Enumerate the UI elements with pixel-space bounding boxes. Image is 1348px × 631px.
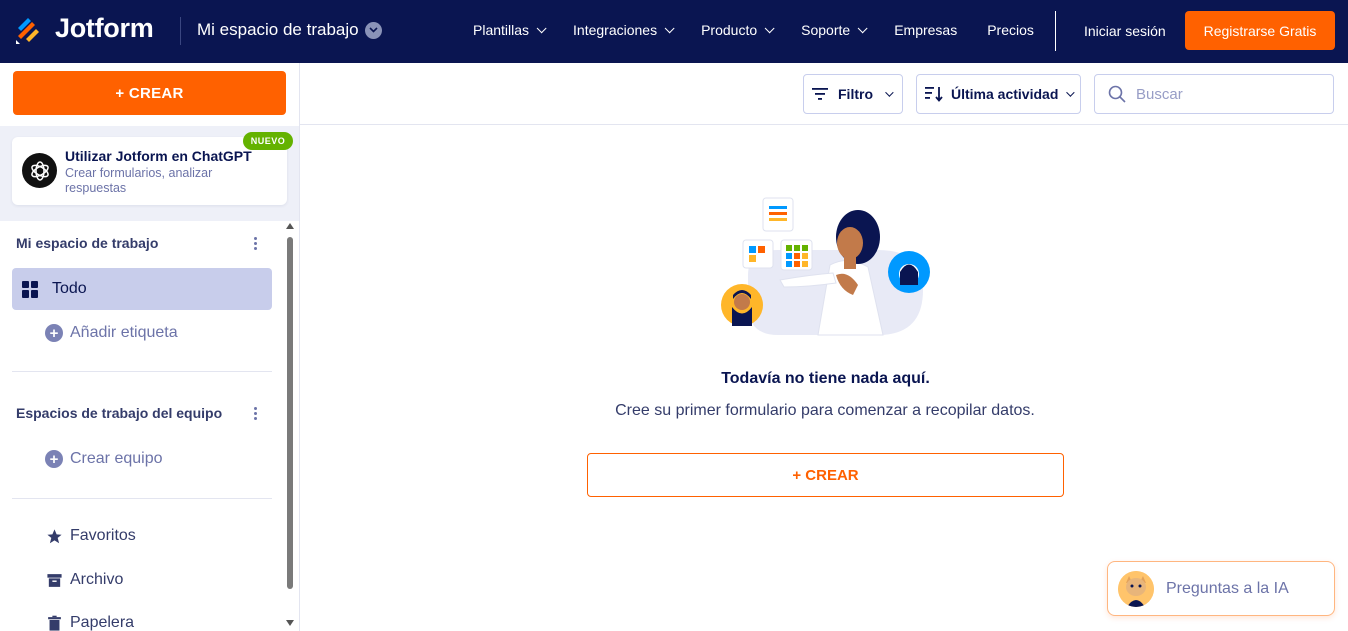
sort-label: Última actividad (951, 86, 1059, 102)
empty-state-subtitle: Cree su primer formulario para comenzar … (615, 402, 1035, 419)
filter-icon (812, 87, 828, 101)
nav-precios[interactable]: Precios (987, 22, 1034, 38)
ai-agent-avatar-icon (1118, 570, 1154, 607)
create-team-button[interactable]: + Crear equipo (45, 450, 163, 468)
nav-label: Integraciones (573, 22, 658, 38)
new-badge: NUEVO (243, 132, 293, 150)
nav-label: Soporte (801, 22, 851, 38)
grid-icon (22, 280, 39, 298)
nav-plantillas[interactable]: Plantillas (473, 22, 547, 38)
add-tag-label: Añadir etiqueta (70, 324, 178, 341)
scroll-down-icon[interactable] (286, 620, 294, 626)
openai-icon (22, 153, 57, 188)
scroll-thumb[interactable] (287, 237, 293, 589)
plus-circle-icon: + (45, 324, 63, 342)
create-button[interactable]: + CREAR (13, 71, 286, 115)
nav-integraciones[interactable]: Integraciones (573, 22, 675, 38)
jotform-logo-icon (14, 14, 42, 44)
archive-icon (45, 571, 63, 589)
my-workspace-heading: Mi espacio de trabajo (16, 235, 159, 251)
filter-button[interactable]: Filtro (803, 74, 903, 114)
chevron-down-icon (857, 22, 868, 33)
nav-label: Plantillas (473, 22, 530, 38)
chevron-down-icon (1066, 88, 1076, 97)
workspace-label: Mi espacio de trabajo (197, 20, 359, 39)
star-icon (45, 527, 63, 545)
nav-producto[interactable]: Producto (701, 22, 775, 38)
chevron-down-icon (885, 88, 894, 97)
register-button[interactable]: Registrarse Gratis (1185, 11, 1335, 50)
sidebar-item-label: Archivo (70, 571, 124, 588)
sidebar-item-label: Papelera (70, 614, 135, 631)
search-input[interactable] (1136, 85, 1316, 103)
chatgpt-title: Utilizar Jotform en ChatGPT (65, 148, 252, 164)
search-icon (1108, 85, 1126, 103)
ask-ai-label: Preguntas a la IA (1166, 579, 1289, 597)
create-team-label: Crear equipo (70, 450, 163, 467)
nav-label: Producto (701, 22, 758, 38)
search-box[interactable] (1094, 74, 1334, 114)
team-workspaces-heading: Espacios de trabajo del equipo (16, 405, 223, 421)
sidebar-item-all[interactable]: Todo (12, 268, 272, 310)
sidebar-item-label: Todo (52, 280, 87, 297)
workspace-switcher[interactable]: Mi espacio de trabajo (197, 20, 382, 40)
chevron-down-icon (764, 22, 775, 33)
chevron-down-icon (536, 22, 547, 33)
sidebar-scrollbar[interactable] (286, 220, 295, 631)
toolbar-divider (300, 124, 1348, 125)
sidebar-divider (12, 371, 272, 372)
nav-label: Precios (987, 22, 1034, 38)
team-more-icon[interactable] (254, 407, 258, 420)
sidebar-item-trash[interactable]: Papelera (45, 614, 134, 631)
brand-name: Jotform (55, 13, 154, 43)
nav-soporte[interactable]: Soporte (801, 22, 868, 38)
brand-logo[interactable]: Jotform (14, 13, 154, 44)
nav-divider (180, 17, 181, 45)
empty-state-title: Todavía no tiene nada aquí. (721, 370, 930, 387)
create-form-button[interactable]: + CREAR (587, 453, 1064, 497)
main-nav: Plantillas Integraciones Producto Soport… (473, 22, 1064, 38)
chevron-down-icon (364, 21, 382, 39)
trash-icon (45, 614, 63, 631)
sidebar-item-archive[interactable]: Archivo (45, 571, 123, 589)
empty-state-illustration (718, 195, 933, 340)
filter-label: Filtro (838, 86, 873, 102)
chatgpt-subtitle: Crear formularios, analizar respuestas (65, 166, 213, 195)
sidebar-divider (12, 498, 272, 499)
sort-icon (925, 86, 943, 102)
nav-label: Empresas (894, 22, 958, 38)
plus-circle-icon: + (45, 450, 63, 468)
add-tag-button[interactable]: + Añadir etiqueta (45, 324, 178, 342)
ask-ai-button[interactable]: Preguntas a la IA (1107, 561, 1335, 616)
sidebar-item-favorites[interactable]: Favoritos (45, 527, 136, 545)
nav-separator (1055, 11, 1056, 51)
nav-empresas[interactable]: Empresas (894, 22, 957, 38)
scroll-up-icon[interactable] (286, 223, 294, 229)
sort-button[interactable]: Última actividad (916, 74, 1081, 114)
login-link[interactable]: Iniciar sesión (1084, 23, 1166, 39)
chevron-down-icon (664, 22, 675, 33)
top-nav: Jotform Mi espacio de trabajo Plantillas… (0, 0, 1348, 63)
sidebar-item-label: Favoritos (70, 527, 136, 544)
workspace-more-icon[interactable] (254, 237, 258, 250)
